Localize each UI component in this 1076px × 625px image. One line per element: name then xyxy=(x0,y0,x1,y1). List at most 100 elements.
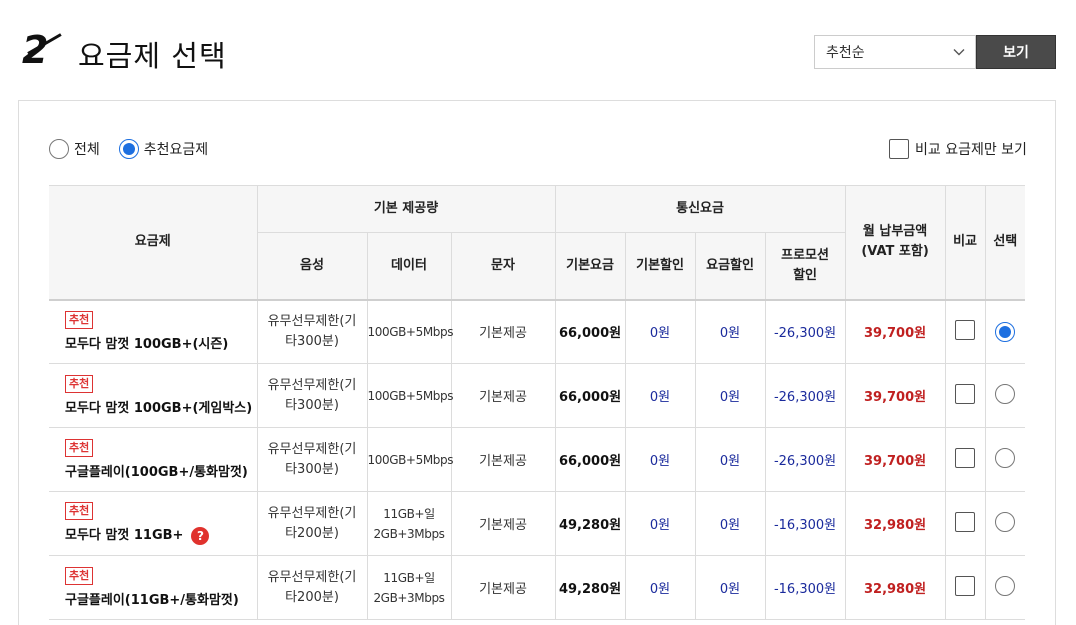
plan-name: 모두다 맘껏 11GB+? xyxy=(65,524,257,545)
plan-name-cell: 추천모두다 맘껏 11GB+? xyxy=(49,491,258,556)
data-line1: 100GB+5Mbps xyxy=(367,452,454,467)
plan-name: 구글플레이(11GB+/통화맘껏) xyxy=(65,589,257,608)
filter-recommended-label[interactable]: 추천요금제 xyxy=(144,139,208,159)
monthly-fee-cell: 32,980원 xyxy=(844,555,946,620)
data-cell: 11GB+일 2GB+3Mbps xyxy=(366,491,452,556)
plan-name: 모두다 맘껏 100GB+(게임박스) xyxy=(65,397,257,416)
recommended-badge: 추천 xyxy=(65,311,94,330)
voice-cell: 유무선무제한(기타200분) xyxy=(256,555,368,620)
header-compare: 비교 xyxy=(944,185,986,301)
plan-name-text: 모두다 맘껏 100GB+(게임박스) xyxy=(65,401,253,416)
plan-row[interactable]: 추천 모두다 맘껏 100GB+(시즌) 유무선무제한(기 타300분) 100GB+5… xyxy=(49,299,1026,364)
voice-line2: 타200분) xyxy=(285,589,339,605)
header-sms: 문자 xyxy=(450,232,556,301)
select-plan-radio[interactable] xyxy=(995,321,1016,342)
select-plan-radio[interactable] xyxy=(995,447,1016,468)
plan-row[interactable]: 추천구글플레이(100GB+/통화맘껏) 유무선무제한(기타300분) 100GB+… xyxy=(49,427,1026,492)
sms-cell: 기본제공 xyxy=(450,555,556,620)
filter-all-radio[interactable] xyxy=(49,139,69,159)
header-plan: 요금제 xyxy=(49,185,258,301)
base-discount-cell: 0원 xyxy=(624,363,696,428)
recommended-badge: 추천 xyxy=(65,502,94,521)
compare-checkbox[interactable] xyxy=(955,447,976,468)
plan-filter-group: 전체 추천요금제 xyxy=(49,139,227,159)
header-base-fee: 기본요금 xyxy=(554,232,626,301)
plan-name-text: 모두다 맘껏 11GB+ xyxy=(65,528,184,544)
plan-name-cell: 추천구글플레이(100GB+/통화맘껏) xyxy=(49,427,258,492)
voice-line1: 유무선무제한(기 xyxy=(267,505,357,521)
voice-line2: 타300분) xyxy=(285,461,339,477)
recommended-badge: 추천 xyxy=(65,439,94,457)
voice-cell: 유무선무제한(기 타300분) xyxy=(256,363,368,428)
promo-discount-cell: -26,300원 xyxy=(764,363,846,428)
header-telecom-fee: 통신요금 xyxy=(554,185,846,233)
base-discount-cell: 0원 xyxy=(624,555,696,620)
voice-cell: 유무선무제한(기타300분) xyxy=(256,299,368,364)
compare-checkbox[interactable] xyxy=(955,319,976,340)
recommended-badge: 추천 xyxy=(65,375,94,393)
filter-recommended-radio[interactable] xyxy=(118,139,139,159)
header-data: 데이터 xyxy=(366,232,452,301)
select-plan-radio[interactable] xyxy=(995,511,1016,532)
compare-only-label[interactable]: 비교 요금제만 보기 xyxy=(915,139,1027,159)
select-plan-radio[interactable] xyxy=(995,383,1016,404)
fee-discount-cell: 0원 xyxy=(694,363,766,428)
header-promo-line1: 프로모션 xyxy=(781,247,829,263)
base-discount-cell: 0원 xyxy=(624,427,696,492)
plan-name-text: 구글플레이(11GB+/통화맘껏) xyxy=(65,593,239,608)
header-promo-discount: 프로모션 할인 xyxy=(764,232,846,301)
filter-all-label[interactable]: 전체 xyxy=(74,139,100,159)
voice-line1: 유무선무제한(기 xyxy=(267,569,357,585)
compare-cell xyxy=(944,299,986,364)
sort-select[interactable]: 추천순 xyxy=(814,35,976,69)
plan-name-cell: 추천 구글플레이(11GB+/통화맘껏) xyxy=(49,555,258,620)
sms-cell: 기본제공 xyxy=(450,427,556,492)
data-cell: 100GB+5Mbps xyxy=(366,427,454,492)
sms-cell: 기본제공 xyxy=(450,491,556,556)
select-cell xyxy=(984,363,1026,428)
voice-line2: 타300분) xyxy=(285,333,339,349)
promo-discount-cell: -16,300원 xyxy=(764,491,846,556)
plan-name: 구글플레이(100GB+/통화맘껏) xyxy=(65,461,257,480)
voice-cell: 유무선무제한(기타200분) xyxy=(256,491,368,556)
header-voice: 음성 xyxy=(256,232,368,301)
select-plan-radio[interactable] xyxy=(995,575,1016,596)
base-fee-cell: 66,000원 xyxy=(554,299,626,364)
header-base-discount: 기본할인 xyxy=(624,232,696,301)
voice-line1: 유무선무제한(기 xyxy=(267,441,357,457)
view-button[interactable]: 보기 xyxy=(976,35,1056,69)
header-select: 선택 xyxy=(984,185,1026,301)
compare-only-checkbox[interactable] xyxy=(889,139,909,159)
data-line2: 2GB+3Mbps xyxy=(373,526,445,541)
compare-only-toggle[interactable]: 비교 요금제만 보기 xyxy=(889,139,1027,159)
plan-name-text: 모두다 맘껏 100GB+(시즌) xyxy=(65,337,229,353)
data-line1: 11GB+일 xyxy=(383,570,435,585)
header-monthly-line1: 월 납부금액 xyxy=(862,224,928,240)
monthly-fee-cell: 32,980원 xyxy=(844,491,946,556)
voice-line2: 타300분) xyxy=(285,397,339,413)
compare-checkbox[interactable] xyxy=(955,575,976,596)
voice-line1: 유무선무제한(기 xyxy=(267,313,357,329)
compare-cell xyxy=(944,427,986,492)
data-cell: 100GB+5Mbps xyxy=(366,299,454,364)
plan-row[interactable]: 추천 모두다 맘껏 11GB+? 유무선무제한(기 타200분) 11GB+일 2GB+3… xyxy=(49,491,1026,556)
plan-row[interactable]: 추천 모두다 맘껏 100GB+(게임박스) 유무선무제한(기 타300분) 100GB… xyxy=(49,363,1026,428)
data-cell: 11GB+일 2GB+3Mbps xyxy=(366,555,452,620)
header-fee-discount: 요금할인 xyxy=(694,232,766,301)
voice-line2: 타200분) xyxy=(285,525,339,541)
compare-cell xyxy=(944,491,986,556)
compare-checkbox[interactable] xyxy=(955,383,976,404)
compare-cell xyxy=(944,363,986,428)
base-fee-cell: 66,000원 xyxy=(554,363,626,428)
question-circle-icon[interactable]: ? xyxy=(191,526,210,545)
select-cell xyxy=(984,555,1026,620)
fee-discount-cell: 0원 xyxy=(694,427,766,492)
compare-checkbox[interactable] xyxy=(955,511,976,532)
monthly-fee-cell: 39,700원 xyxy=(844,363,946,428)
data-line2: 2GB+3Mbps xyxy=(373,590,445,605)
plan-name-text: 구글플레이(100GB+/통화맘껏) xyxy=(65,465,248,480)
step-number: 2 xyxy=(22,28,62,72)
fee-discount-cell: 0원 xyxy=(694,555,766,620)
plan-row[interactable]: 추천 구글플레이(11GB+/통화맘껏) 유무선무제한(기 타200분) 11GB+일 2… xyxy=(49,555,1026,620)
data-line1: 100GB+5Mbps xyxy=(367,324,454,339)
